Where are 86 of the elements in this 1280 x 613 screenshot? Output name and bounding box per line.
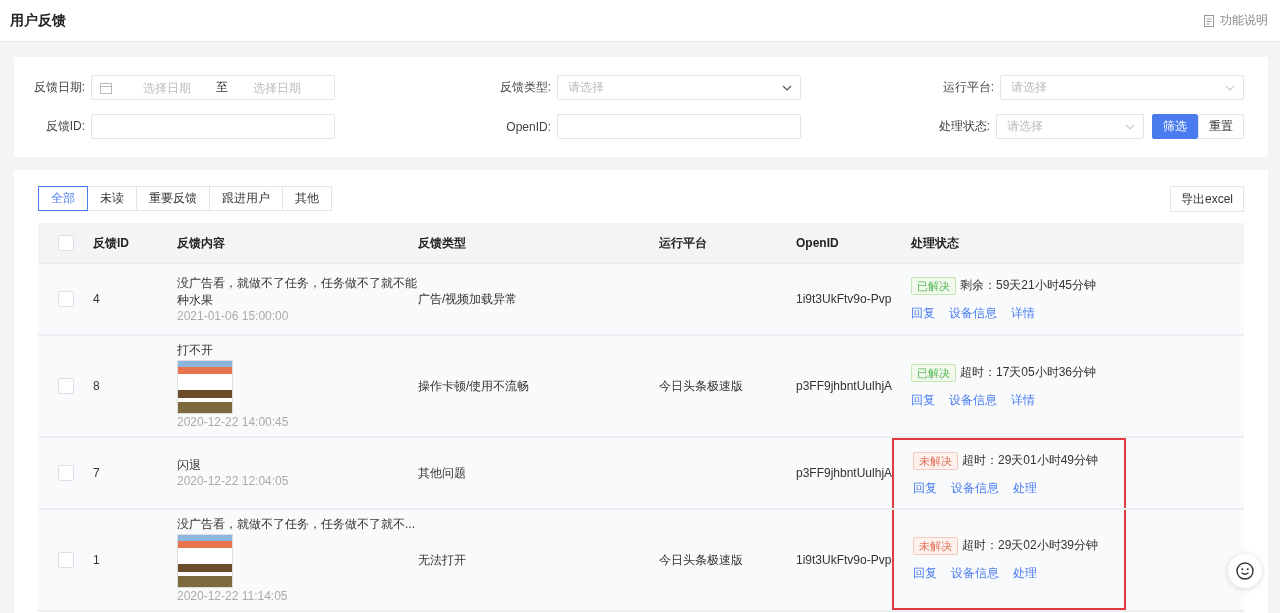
export-button[interactable]: 导出excel [1170,186,1244,212]
start-date-input[interactable]: 选择日期 [122,76,212,99]
column-header: 反馈内容 [177,234,225,252]
range-separator: 至 [216,79,228,96]
timestamp: 2020-12-22 11:14:05 [177,589,288,604]
smiley-icon [1236,562,1254,580]
feedback-id: 4 [93,292,100,306]
field-label: 反馈日期: [33,79,85,96]
platform-name: 今日头条极速版 [659,377,743,395]
field-label: 处理状态: [938,118,990,135]
chevron-icon [1125,123,1135,130]
status-tag: 未解决 [913,451,958,470]
field-label: OpenID: [506,119,551,134]
time-remaining: 超时：29天02小时39分钟 [962,537,1099,554]
select-all-checkbox[interactable] [57,235,74,251]
document-icon [1204,14,1214,27]
timestamp: 2020-12-22 14:00:45 [177,415,289,430]
filter-tab[interactable]: 其他 [282,186,332,211]
action-link[interactable]: 详情 [1011,391,1035,409]
column-header: 反馈ID [93,234,129,252]
action-link[interactable]: 设备信息 [949,391,997,409]
action-link[interactable]: 回复 [911,391,935,409]
action-link[interactable]: 设备信息 [949,304,997,322]
status-select[interactable]: 请选择 [996,114,1144,139]
platform-select[interactable]: 请选择 [1000,75,1244,100]
openid-text: p3FF9jhbntUulhjA [796,466,893,480]
openid-text: p3FF9jhbntUulhjA [796,379,893,393]
feedback-text: 没广告看，就做不了任务，任务做不了就不能种水果 [177,274,418,309]
calendar-icon [100,81,112,94]
time-remaining: 剩余：59天21小时45分钟 [960,277,1097,294]
page-title: 用户反馈 [10,11,66,30]
column-header: 反馈类型 [418,234,466,252]
column-header: 处理状态 [911,234,959,252]
screenshot-thumbnail[interactable] [177,360,233,414]
column-header: 运行平台 [659,234,707,252]
filter-tab[interactable]: 重要反馈 [136,186,210,211]
feedback-type: 无法打开 [418,551,466,569]
openid-text: 1i9t3UkFtv9o-Pvp [796,553,892,567]
row-checkbox[interactable] [57,465,74,481]
time-remaining: 超时：17天05小时36分钟 [960,364,1097,381]
action-link[interactable]: 详情 [1011,304,1035,322]
screenshot-thumbnail[interactable] [177,534,233,588]
timestamp: 2020-12-22 12:04:05 [177,474,289,489]
action-link[interactable]: 处理 [1013,564,1037,582]
chevron-icon [1225,84,1235,91]
feedback-type: 广告/视频加载异常 [418,290,518,308]
feedback-id: 1 [93,553,100,567]
row-checkbox[interactable] [57,378,74,394]
feedback-text: 没广告看，就做不了任务，任务做不了就不... [177,516,415,533]
platform-name: 今日头条极速版 [659,551,743,569]
field-label: 反馈类型: [499,79,551,96]
action-link[interactable]: 回复 [913,564,937,582]
column-header: OpenID [796,236,839,250]
feedback-id: 8 [93,379,100,393]
openid-text: 1i9t3UkFtv9o-Pvp [796,292,892,306]
action-link[interactable]: 回复 [911,304,935,322]
filter-tab[interactable]: 全部 [38,186,88,211]
feedback-id-field[interactable] [91,114,335,139]
feedback-type: 操作卡顿/使用不流畅 [418,377,530,395]
field-label: 反馈ID: [45,118,85,135]
time-remaining: 超时：29天01小时49分钟 [962,452,1099,469]
chevron-icon [782,84,792,91]
date-range-picker[interactable]: 选择日期 至 选择日期 [91,75,335,100]
feedback-type: 其他问题 [418,464,466,482]
type-select[interactable]: 请选择 [557,75,801,100]
filter-tab[interactable]: 未读 [87,186,137,211]
status-tag: 未解决 [913,536,958,555]
action-link[interactable]: 回复 [913,479,937,497]
field-label: 运行平台: [942,79,994,96]
row-checkbox[interactable] [57,552,74,568]
action-link[interactable]: 处理 [1013,479,1037,497]
filter-tab[interactable]: 跟进用户 [209,186,283,211]
status-tag: 已解决 [911,363,956,382]
feedback-text: 闪退 [177,457,201,474]
timestamp: 2021-01-06 15:00:00 [177,308,289,324]
row-checkbox[interactable] [57,291,74,307]
status-tag: 已解决 [911,276,956,295]
feedback-text: 打不开 [177,342,213,359]
action-link[interactable]: 设备信息 [951,564,999,582]
help-link[interactable]: 功能说明 [1220,12,1268,29]
openid-field[interactable] [557,114,801,139]
feedback-id: 7 [93,466,100,480]
filter-button[interactable]: 筛选 [1152,114,1198,139]
end-date-input[interactable]: 选择日期 [232,76,322,99]
action-link[interactable]: 设备信息 [951,479,999,497]
reset-button[interactable]: 重置 [1198,114,1244,139]
